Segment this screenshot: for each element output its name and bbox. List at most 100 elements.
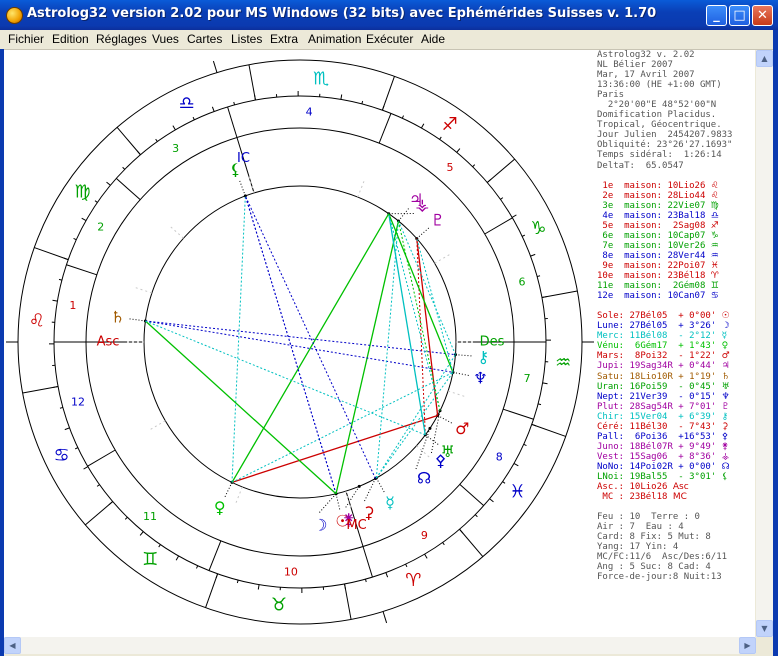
degree-tick: [53, 386, 59, 388]
degree-tick: [541, 296, 547, 298]
house-number: 12: [71, 396, 85, 409]
house-number: 8: [496, 450, 503, 463]
degree-tick: [81, 217, 87, 222]
planet-pointer-line: [455, 354, 472, 357]
element-summary-line-text: Air : 7 Eau : 4: [597, 522, 684, 533]
degree-tick: [175, 555, 180, 561]
degree-tick: [172, 125, 176, 131]
house-row-glyph-icon: ♋: [710, 291, 719, 302]
menu-cartes[interactable]: Cartes: [187, 32, 222, 46]
house-number: 9: [421, 529, 428, 542]
menu-fichier[interactable]: Fichier: [8, 32, 44, 46]
element-summary-line: Feu : 10 Terre : 0: [597, 512, 755, 522]
aspect-line: [388, 213, 441, 411]
planet-dot: [357, 484, 361, 488]
lune-planet-icon: ☽: [313, 515, 327, 534]
info-header-line-text: 13:36:00 (HE +1:00 GMT): [597, 80, 722, 91]
sign-boundary: [34, 247, 69, 261]
scroll-down-button[interactable]: ▼: [756, 620, 773, 637]
sign-boundary: [531, 423, 566, 437]
element-summary-line: MC/FC:11/6 Asc/Des:6/11: [597, 552, 755, 562]
planet-row: Céré: 11Bél30 - 7°43' ⚳: [597, 422, 755, 432]
house-number: 10: [284, 565, 298, 578]
angle-cusp-line: [212, 60, 218, 73]
planet-row-text: Chir: 15Ver04 + 6°39': [597, 411, 722, 422]
degree-tick: [158, 544, 161, 548]
degree-tick: [63, 257, 69, 261]
house-number: 1: [69, 299, 76, 312]
vest-planet-icon: ⚶: [416, 195, 430, 214]
planet-pointer-line: [415, 428, 431, 470]
scroll-up-button[interactable]: ▲: [756, 50, 773, 67]
planet-row-glyph-icon: ⚸: [721, 471, 729, 482]
planet-row: Vénu: 6Gém17 + 1°43' ♀: [597, 341, 755, 351]
degree-tick: [211, 106, 215, 112]
menu-extra[interactable]: Extra: [270, 32, 298, 46]
planet-row: Satu: 18Lio10R + 1°19' ♄: [597, 372, 755, 382]
degree-tick: [381, 105, 385, 111]
info-header-line: 13:36:00 (HE +1:00 GMT): [597, 80, 755, 90]
planet-pointer-line: [452, 371, 469, 376]
zodiac-sign-icon: ♑: [530, 218, 546, 239]
degree-tick: [456, 148, 461, 153]
planet-row: Nept: 21Ver39 - 0°15' ♆: [597, 392, 755, 402]
planet-row-glyph-icon: ☉: [721, 311, 730, 322]
degree-tick: [486, 178, 492, 183]
house-number: 7: [524, 372, 531, 385]
degree-tick: [511, 214, 517, 218]
degree-tick: [73, 238, 77, 241]
nono-planet-icon: ☊: [417, 468, 431, 487]
menu-animation[interactable]: Animation: [308, 32, 361, 46]
menu-aide[interactable]: Aide: [421, 32, 445, 46]
element-summary-line: Air : 7 Eau : 4: [597, 522, 755, 532]
zodiac-sign-icon: ♊: [142, 549, 158, 570]
house-row-text: 8e maison: 28Ver44: [597, 250, 711, 261]
horizontal-scrollbar[interactable]: ◀ ▶: [4, 637, 756, 654]
planet-pointer-line: [239, 180, 246, 197]
planet-row-text: Plut: 28Sag54R + 7°01': [597, 401, 722, 412]
house-row: 4e maison: 23Bal18 ♎: [597, 211, 755, 221]
zodiac-sign-icon: ♏: [313, 68, 329, 89]
planet-row-glyph-icon: ☿: [721, 331, 728, 342]
chart-wheel-area[interactable]: ♌ ♍ ♎ ♏ ♐ ♑ ♒ ♓ ♈ ♉ ♊ ♋ 1 2 3 4 5 6 7 8 9 10 11 12 ☉ ☽ ☿ ♀ ♂ ♃ ♄ ♅ ♆ ♇ ⚷ ⚳ ⚴…: [4, 50, 597, 637]
zodiac-sign-icon: ♈: [405, 570, 421, 591]
degree-tick: [513, 462, 519, 467]
close-button[interactable]: ✕: [752, 5, 773, 26]
scroll-right-button[interactable]: ▶: [739, 637, 756, 654]
vertical-scrollbar[interactable]: ▲ ▼: [756, 50, 773, 637]
info-header-line-text: 2°20'00"E 48°52'00"N: [597, 100, 717, 111]
house-row-text: 3e maison: 22Vie07: [597, 200, 711, 211]
plut-planet-icon: ♇: [431, 211, 445, 230]
house-row-text: 2e maison: 28Lio44: [597, 190, 711, 201]
menu-listes[interactable]: Listes: [231, 32, 262, 46]
app-icon[interactable]: [6, 7, 23, 24]
house-row: 8e maison: 28Ver44 ♒: [597, 251, 755, 261]
house-cusp-line: [66, 264, 97, 276]
planet-row-text: Nept: 21Ver39 - 0°15': [597, 391, 722, 402]
element-summary-line-text: Force-de-jour:8 Nuit:13: [597, 572, 722, 583]
planet-row-glyph-icon: ☊: [721, 461, 730, 472]
menu-executer[interactable]: Exécuter: [366, 32, 413, 46]
house-number: 3: [172, 142, 179, 155]
menu-vues[interactable]: Vues: [152, 32, 179, 46]
maximize-button[interactable]: □: [729, 5, 750, 26]
planet-row: Chir: 15Ver04 + 6°39' ⚷: [597, 412, 755, 422]
house-row-glyph-icon: ♓: [710, 260, 719, 271]
degree-tick: [340, 94, 343, 100]
house-row: 11e maison: 2Gém08 ♊: [597, 281, 755, 291]
planet-row-text: Satu: 18Lio10R + 1°19': [597, 371, 722, 382]
house-row-text: 7e maison: 10Ver26: [597, 240, 711, 251]
degree-tick: [361, 100, 364, 105]
minimize-button[interactable]: _: [706, 5, 727, 26]
scroll-left-button[interactable]: ◀: [4, 637, 21, 654]
planet-row-text: Sole: 27Bél05 + 0°00': [597, 311, 722, 322]
house-cusp-guide: [447, 390, 466, 398]
planet-row-text: Asc.: 10Lio26: [597, 482, 673, 493]
aspect-line: [231, 414, 438, 484]
house-row: 7e maison: 10Ver26 ♒: [597, 241, 755, 251]
degree-tick: [59, 406, 63, 409]
menu-reglages[interactable]: Réglages: [96, 32, 147, 46]
menu-edition[interactable]: Edition: [52, 32, 89, 46]
element-summary-line-text: Card: 8 Fix: 5 Mut: 8: [597, 532, 711, 543]
degree-tick: [196, 565, 199, 569]
